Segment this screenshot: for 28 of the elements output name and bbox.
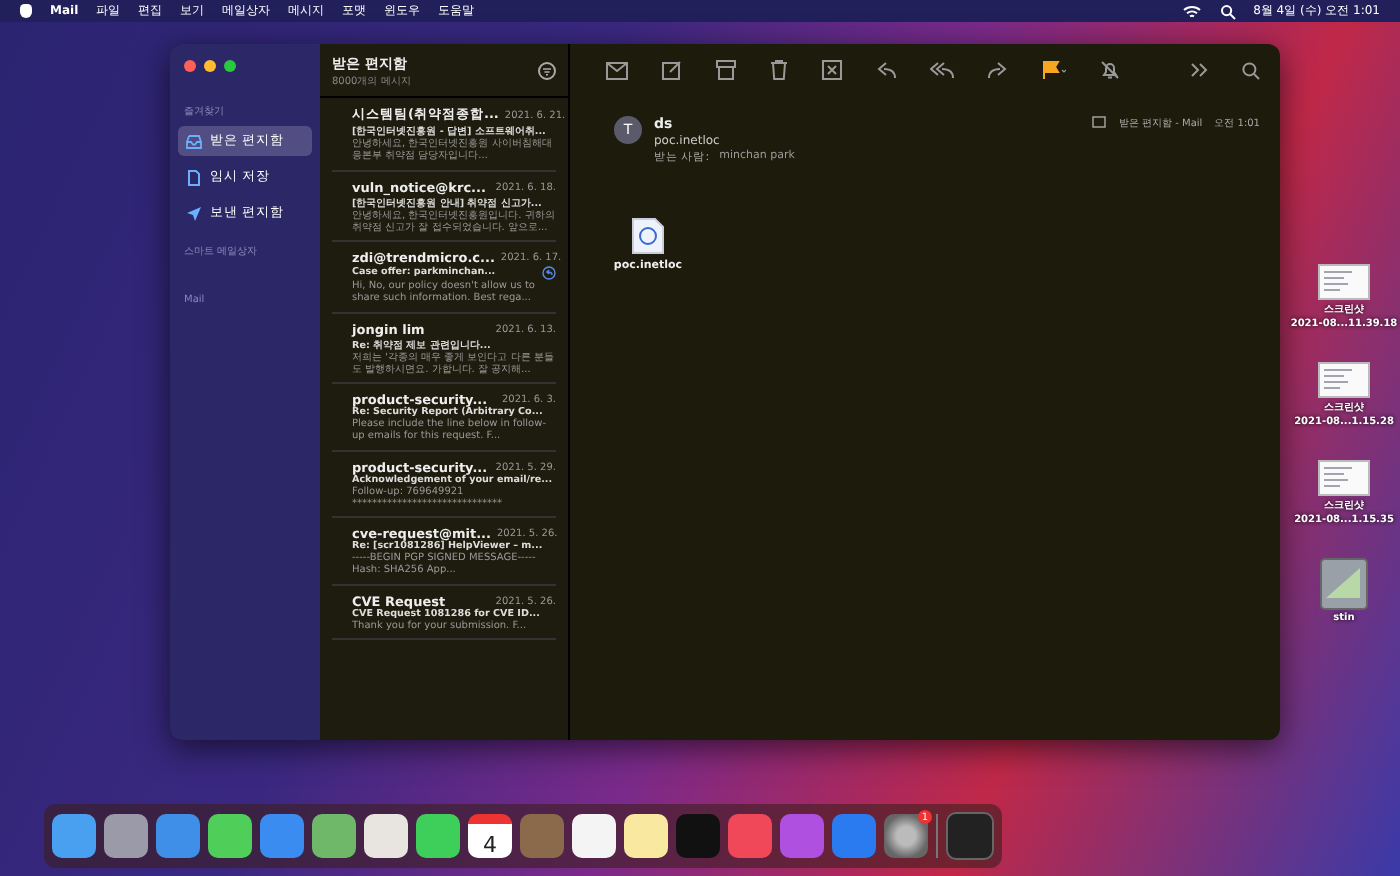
compose-icon[interactable]	[662, 60, 682, 80]
screenshot-thumbnail-icon[interactable]	[1318, 460, 1370, 496]
close-button[interactable]	[184, 60, 196, 72]
screenshot-thumbnail-icon[interactable]	[1318, 264, 1370, 300]
disk-image-icon[interactable]	[1320, 558, 1368, 610]
archive-box-icon[interactable]	[716, 60, 736, 80]
zoom-button[interactable]	[224, 60, 236, 72]
search-icon[interactable]	[1242, 61, 1260, 79]
forward-icon[interactable]	[988, 61, 1008, 79]
screenshot-thumbnail-icon[interactable]	[1318, 362, 1370, 398]
filter-icon[interactable]	[538, 61, 556, 79]
calendar-icon[interactable]: 4	[468, 814, 512, 858]
wifi-icon[interactable]	[1181, 3, 1202, 19]
chevrons-icon[interactable]	[1190, 62, 1208, 78]
search-icon[interactable]	[1219, 3, 1236, 19]
minimize-button[interactable]	[204, 60, 216, 72]
mailbox-icon	[1092, 116, 1107, 128]
bell-slash-icon[interactable]	[1100, 60, 1120, 80]
reply-all-icon[interactable]	[930, 61, 954, 79]
tray-icon	[186, 133, 202, 149]
flag-icon[interactable]	[1042, 60, 1066, 80]
paper-plane-icon	[186, 205, 202, 221]
trash-icon[interactable]	[770, 60, 788, 80]
junk-tray-icon[interactable]	[822, 60, 842, 80]
file-icon[interactable]	[632, 218, 664, 254]
reply-icon[interactable]	[876, 61, 896, 79]
document-icon	[186, 169, 202, 185]
reply-arrow-icon	[542, 266, 556, 280]
